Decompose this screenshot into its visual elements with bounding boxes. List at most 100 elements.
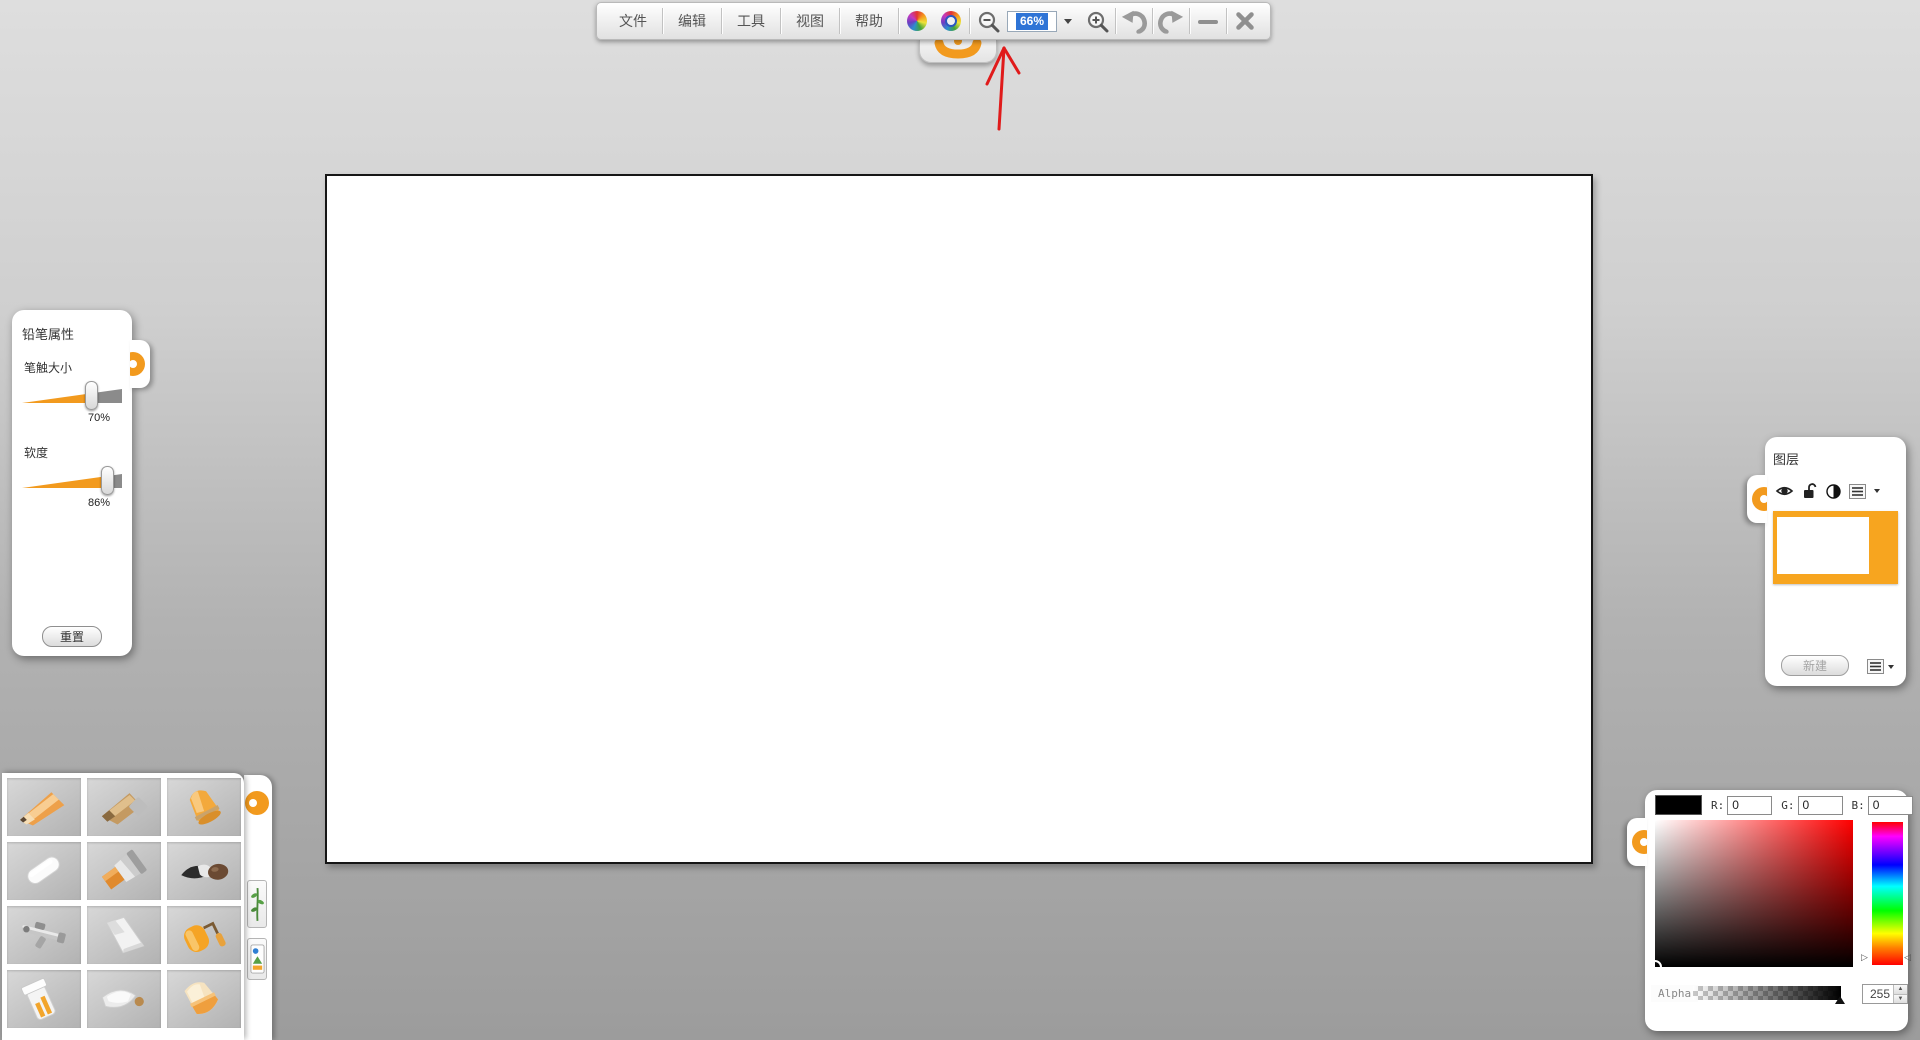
contrast-icon[interactable] — [1826, 484, 1841, 499]
app-logo-tab[interactable] — [919, 37, 997, 63]
red-channel-label: R: — [1711, 799, 1724, 812]
eraser-icon — [173, 975, 235, 1023]
blue-channel-input[interactable]: 0 — [1868, 796, 1913, 815]
tool-pencil-button[interactable] — [7, 778, 81, 836]
panel-grip-handle[interactable] — [1627, 818, 1647, 866]
zoom-level-field[interactable]: 66% — [1007, 11, 1057, 32]
toolbar-separator — [839, 8, 840, 34]
list-menu-icon[interactable] — [1849, 484, 1866, 499]
grip-ring-icon — [1752, 487, 1767, 511]
tool-paint-roller-button[interactable] — [167, 906, 241, 964]
alpha-value[interactable]: 255 — [1863, 985, 1893, 1003]
menu-edit[interactable]: 编辑 — [664, 4, 720, 38]
tool-palette-side-strip — [244, 775, 272, 1040]
panel-grip-handle[interactable] — [1747, 475, 1767, 523]
undo-button[interactable] — [1117, 4, 1151, 38]
main-toolbar: 文件 编辑 工具 视图 帮助 66% — [596, 2, 1271, 40]
grip-ring-icon[interactable] — [245, 791, 269, 815]
hue-marker-right-icon[interactable]: ◁ — [1904, 953, 1911, 962]
green-channel-input[interactable]: 0 — [1798, 796, 1843, 815]
tool-chalk-button[interactable] — [7, 842, 81, 900]
toolbar-separator — [969, 8, 970, 34]
menu-view[interactable]: 视图 — [782, 4, 838, 38]
softness-value: 86% — [22, 497, 110, 509]
alpha-slider-marker[interactable] — [1835, 996, 1845, 1004]
unlock-icon[interactable] — [1802, 483, 1818, 499]
layers-panel: 图层 新建 — [1765, 437, 1906, 686]
saturation-value-gradient[interactable] — [1655, 820, 1853, 967]
hue-marker-left-icon[interactable]: ▷ — [1861, 953, 1868, 962]
close-button[interactable] — [1228, 4, 1262, 38]
tool-marker-button[interactable] — [87, 842, 161, 900]
visibility-eye-icon[interactable] — [1775, 484, 1794, 498]
layers-panel-title: 图层 — [1773, 449, 1898, 468]
slider-thumb[interactable] — [101, 466, 114, 495]
toolbar-separator — [780, 8, 781, 34]
menu-help[interactable]: 帮助 — [841, 4, 897, 38]
hue-strip[interactable] — [1872, 822, 1903, 965]
zoom-out-button[interactable] — [971, 4, 1005, 38]
close-icon — [1235, 11, 1255, 31]
tool-airbrush-button[interactable] — [7, 906, 81, 964]
tool-paint-tube-button[interactable] — [7, 970, 81, 1028]
menu-file[interactable]: 文件 — [605, 4, 661, 38]
redo-icon — [1157, 9, 1185, 34]
layer-thumbnail[interactable] — [1773, 511, 1898, 584]
tool-grid — [7, 778, 239, 1028]
menu-tools[interactable]: 工具 — [723, 4, 779, 38]
paint-roller-icon — [173, 911, 235, 959]
toolbar-separator — [1226, 8, 1227, 34]
toolbar-separator — [1152, 8, 1153, 34]
tool-crayon-button[interactable] — [167, 778, 241, 836]
brush-size-label: 笔触大小 — [24, 359, 122, 376]
layer-menu-caret-icon[interactable] — [1874, 489, 1880, 493]
list-menu-icon[interactable] — [1867, 659, 1884, 674]
tool-paint-brush-button[interactable] — [87, 778, 161, 836]
zoom-dropdown-caret[interactable] — [1064, 19, 1072, 24]
toolbar-separator — [898, 8, 899, 34]
color-globe-icon — [941, 11, 961, 31]
panel-grip-handle[interactable] — [130, 340, 150, 388]
airbrush-icon — [13, 911, 75, 959]
blue-channel-label: B: — [1852, 799, 1865, 812]
redo-button[interactable] — [1154, 4, 1188, 38]
drawing-canvas[interactable] — [325, 174, 1593, 864]
plant-brush-icon — [250, 884, 265, 924]
alpha-spin-up-icon[interactable]: ▲ — [1894, 985, 1907, 994]
alpha-label: Alpha — [1651, 985, 1698, 1002]
tool-eraser-button[interactable] — [167, 970, 241, 1028]
community-button[interactable] — [900, 4, 934, 38]
tool-palette-knife-button[interactable] — [87, 906, 161, 964]
layer-list-caret-icon[interactable] — [1888, 665, 1894, 669]
toolbar-separator — [1189, 8, 1190, 34]
alpha-slider[interactable] — [1693, 986, 1841, 1000]
color-selection-cursor[interactable] — [1655, 960, 1662, 967]
reset-button[interactable]: 重置 — [42, 626, 102, 647]
tool-palette-panel — [2, 773, 244, 1040]
minimize-button[interactable] — [1191, 4, 1225, 38]
crayon-icon — [173, 783, 235, 831]
pencil-panel-title: 铅笔属性 — [22, 324, 122, 343]
paint-tube-icon — [13, 975, 75, 1023]
softness-slider[interactable] — [22, 473, 122, 489]
color-picker-panel: R: 0 G: 0 B: 0 ▷ ◁ Alpha 255 ▲ ▼ — [1645, 790, 1908, 1031]
grip-ring-icon — [130, 352, 145, 376]
undo-icon — [1120, 9, 1148, 34]
palette-knife-icon — [93, 911, 155, 959]
zoom-in-button[interactable] — [1080, 4, 1114, 38]
layer-thumbnail-content — [1777, 517, 1869, 574]
marker-icon — [93, 847, 155, 895]
alpha-spin-down-icon[interactable]: ▼ — [1894, 994, 1907, 1004]
online-gallery-button[interactable] — [934, 4, 968, 38]
alpha-spinner: 255 ▲ ▼ — [1862, 984, 1908, 1004]
red-channel-input[interactable]: 0 — [1727, 796, 1772, 815]
slider-thumb[interactable] — [85, 381, 98, 410]
texture-stamp-button[interactable] — [247, 938, 267, 980]
toolbar-separator — [662, 8, 663, 34]
tool-ink-brush-button[interactable] — [167, 842, 241, 900]
plant-brush-button[interactable] — [247, 880, 267, 928]
new-layer-button[interactable]: 新建 — [1781, 655, 1849, 676]
brush-size-slider[interactable] — [22, 388, 122, 404]
tool-smudge-tool-button[interactable] — [87, 970, 161, 1028]
grip-ring-icon — [1632, 830, 1647, 854]
